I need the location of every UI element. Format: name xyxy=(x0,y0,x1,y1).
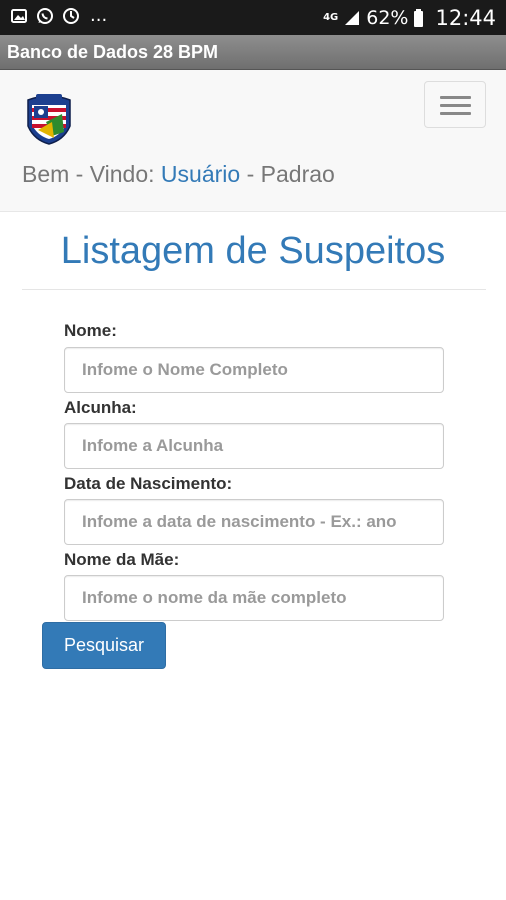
welcome-line: Bem - Vindo: Usuário - Padrao xyxy=(22,161,335,188)
page-title: Listagem de Suspeitos xyxy=(60,230,446,272)
sync-icon xyxy=(63,8,79,24)
menu-toggle-button[interactable] xyxy=(424,81,486,128)
gallery-icon xyxy=(11,9,27,23)
alcunha-input[interactable] xyxy=(64,423,444,469)
whatsapp-icon xyxy=(37,8,53,24)
mae-label: Nome da Mãe: xyxy=(64,550,180,569)
title-divider xyxy=(22,289,486,290)
network-type: 4G xyxy=(323,12,339,23)
status-bar: ... 4G 62% 12:44 xyxy=(0,0,506,35)
user-role: Padrao xyxy=(260,161,335,187)
nascimento-label: Data de Nascimento: xyxy=(64,474,233,493)
nascimento-input[interactable] xyxy=(64,499,444,545)
clock: 12:44 xyxy=(435,6,496,30)
alcunha-label: Alcunha: xyxy=(64,398,137,417)
welcome-separator: - xyxy=(246,161,255,187)
app-bar: Banco de Dados 28 BPM xyxy=(0,35,506,70)
status-right: 4G 62% 12:44 xyxy=(323,6,496,30)
app-title: Banco de Dados 28 BPM xyxy=(7,42,219,62)
hamburger-menu-icon xyxy=(440,104,471,107)
welcome-prefix: Bem - Vindo: xyxy=(22,161,155,187)
battery-percent: 62% xyxy=(366,7,409,29)
hamburger-menu-icon xyxy=(440,112,471,115)
battalion-logo[interactable] xyxy=(22,92,76,146)
mae-input[interactable] xyxy=(64,575,444,621)
nome-input[interactable] xyxy=(64,347,444,393)
search-button[interactable]: Pesquisar xyxy=(42,622,166,669)
navbar: Bem - Vindo: Usuário - Padrao xyxy=(0,70,506,212)
hamburger-menu-icon xyxy=(440,96,471,99)
battery-icon xyxy=(414,9,424,27)
nome-label: Nome: xyxy=(64,321,117,340)
user-link[interactable]: Usuário xyxy=(161,161,240,187)
status-left-icons: ... xyxy=(10,7,107,25)
signal-icon xyxy=(345,11,360,25)
status-overflow: ... xyxy=(90,5,108,26)
